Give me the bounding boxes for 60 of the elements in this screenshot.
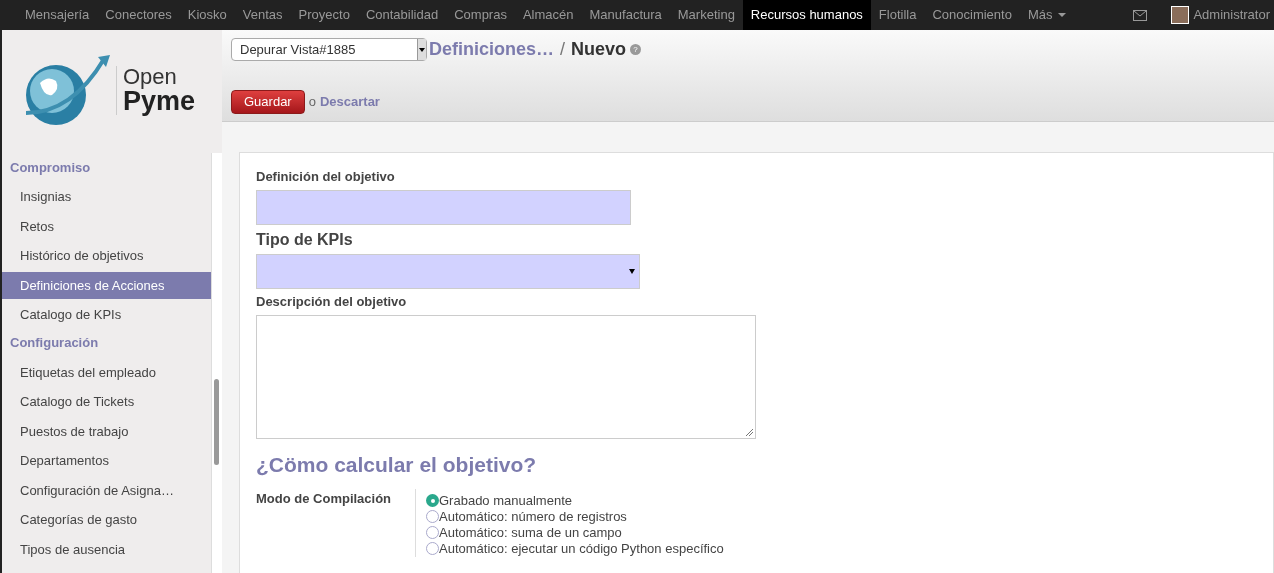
breadcrumb-link[interactable]: Definiciones…	[429, 36, 555, 63]
radio-button[interactable]	[426, 542, 439, 555]
user-name[interactable]: Administrator	[1193, 5, 1270, 25]
caret-icon	[1057, 13, 1066, 17]
field-label: Tipo de KPIs	[256, 229, 354, 250]
radio-button[interactable]	[426, 494, 439, 507]
top-menu-item[interactable]: Flotilla	[870, 0, 925, 30]
sidebar-item[interactable]: Definiciones de Acciones	[2, 272, 211, 299]
sidebar-section-title: Configuración	[9, 334, 100, 352]
sidebar-item[interactable]: Retos	[2, 213, 211, 240]
field-label: Descripción del objetivo	[256, 292, 408, 311]
radio-button[interactable]	[426, 526, 439, 539]
breadcrumb-separator: /	[560, 38, 566, 61]
top-menu-item[interactable]: Manufactura	[581, 0, 670, 30]
field-label: Modo de Compilación	[256, 489, 393, 508]
debug-view-select[interactable]: Depurar Vista#1885	[231, 38, 427, 61]
sidebar-item[interactable]: Etiquetas del empleado	[2, 359, 211, 386]
top-menu-item[interactable]: Más	[1019, 0, 1074, 30]
breadcrumb-current: Nuevo	[571, 38, 627, 61]
kpi-select[interactable]	[256, 253, 640, 289]
scrollbar-thumb[interactable]	[214, 379, 219, 465]
logo-text: Open	[123, 66, 178, 88]
top-menu-item[interactable]: Marketing	[669, 0, 743, 30]
or-text: o	[308, 93, 316, 112]
resize-handle-icon[interactable]	[745, 428, 754, 437]
radio-button[interactable]	[426, 510, 439, 523]
radio-label: Automático: número de registros	[439, 507, 627, 526]
sidebar-item[interactable]: Histórico de objetivos	[2, 242, 211, 270]
sidebar-section-title: Compromiso	[9, 158, 92, 177]
top-menu-item[interactable]: Ventas	[234, 0, 291, 30]
sidebar-item[interactable]: Catalogo de Tickets	[2, 388, 211, 416]
radio-label: Grabado manualmente	[439, 491, 572, 510]
top-menu-item[interactable]: Almacén	[514, 0, 582, 30]
sidebar-item[interactable]: Departamentos	[2, 447, 211, 475]
top-menu-item[interactable]: Recursos humanos	[742, 0, 871, 30]
mail-icon[interactable]	[1133, 9, 1148, 21]
logo-text: Pyme	[123, 88, 196, 115]
sidebar-item[interactable]: Puestos de trabajo	[2, 418, 211, 445]
top-menu-item[interactable]: Contabilidad	[357, 0, 447, 30]
sidebar-item[interactable]: Categorías de gasto	[2, 506, 211, 534]
top-menu-item[interactable]: Conectores	[97, 0, 180, 30]
top-menu-item[interactable]: Proyecto	[290, 0, 358, 30]
sidebar-item[interactable]: Insignias	[2, 183, 211, 211]
sidebar-item[interactable]: Configuración de Asigna…	[2, 477, 211, 504]
avatar[interactable]	[1171, 6, 1190, 24]
radio-label: Automático: suma de un campo	[439, 524, 622, 542]
sidebar-item[interactable]: Tipos de ausencia	[2, 536, 211, 563]
top-menu-item[interactable]: Kiosko	[179, 0, 235, 30]
input-field[interactable]	[256, 189, 631, 225]
top-menu-item[interactable]: Conocimiento	[924, 0, 1020, 30]
caret-icon	[417, 39, 426, 60]
field-label: Definición del objetivo	[256, 168, 396, 186]
sidebar-item[interactable]: Catalogo de KPIs	[2, 301, 211, 329]
radio-label: Automático: ejecutar un código Python específico	[439, 540, 724, 558]
caret-icon	[629, 268, 635, 274]
top-menu-item[interactable]: Mensajería	[17, 0, 98, 30]
discard-link[interactable]: Descartar	[319, 92, 380, 112]
section-title: ¿Cömo calcular el objetivo?	[256, 452, 538, 478]
save-button[interactable]: Guardar	[231, 90, 305, 114]
top-menu-item[interactable]: Compras	[446, 0, 515, 30]
